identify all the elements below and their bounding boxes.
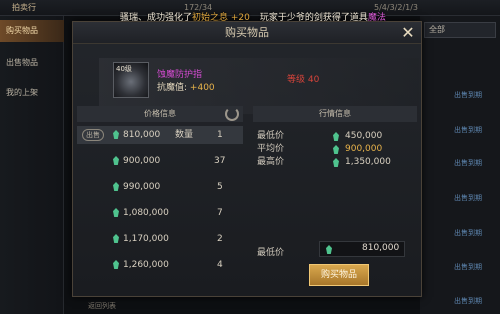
market-row: 最高价 1,350,000 bbox=[253, 156, 417, 169]
qty-value: 5 bbox=[217, 182, 223, 192]
buy-item-dialog: 购买物品 ✕ 40级 蚀魔防护指 抗魔值: +400 等级 40 价格信息 出售… bbox=[72, 21, 422, 297]
gem-currency-icon bbox=[333, 132, 339, 141]
gem-currency-icon bbox=[113, 234, 119, 243]
item-level-badge: 40级 bbox=[116, 65, 132, 73]
price-row[interactable]: 1,080,000 7 bbox=[77, 204, 243, 222]
min-price-field: 810,000 bbox=[319, 241, 405, 257]
stat-label: 抗魔值: bbox=[157, 83, 188, 93]
list-item[interactable]: 出售到期 bbox=[454, 158, 494, 168]
min-price-label: 最低价 bbox=[257, 248, 285, 258]
sidebar-item-sell[interactable]: 出售物品 bbox=[0, 52, 64, 74]
market-value: 900,000 bbox=[345, 144, 383, 154]
item-requirement: 等级 40 bbox=[287, 75, 320, 85]
price-row[interactable]: 1,170,000 2 bbox=[77, 230, 243, 248]
item-name: 蚀魔防护指 bbox=[157, 70, 203, 80]
market-row: 最低价 450,000 bbox=[253, 130, 417, 143]
qty-value: 7 bbox=[217, 208, 223, 218]
market-label: 最低价 bbox=[257, 131, 285, 141]
qty-value: 37 bbox=[214, 156, 226, 166]
market-value: 450,000 bbox=[345, 131, 383, 141]
gem-currency-icon bbox=[113, 182, 119, 191]
price-value: 990,000 bbox=[123, 182, 161, 192]
list-item[interactable]: 出售到期 bbox=[454, 228, 494, 238]
price-value: 1,080,000 bbox=[123, 208, 169, 218]
list-item[interactable]: 出售到期 bbox=[454, 90, 494, 100]
item-stat: 抗魔值: +400 bbox=[157, 80, 215, 93]
gem-currency-icon bbox=[113, 156, 119, 165]
market-info-header: 行情信息 bbox=[253, 106, 417, 122]
price-value: 810,000 bbox=[123, 130, 161, 140]
item-ring-icon[interactable]: 40级 bbox=[113, 62, 149, 98]
qty-value: 2 bbox=[217, 234, 223, 244]
list-item[interactable]: 出售到期 bbox=[454, 262, 494, 272]
market-info-title: 行情信息 bbox=[319, 109, 351, 118]
gem-currency-icon bbox=[113, 208, 119, 217]
gem-currency-icon bbox=[113, 260, 119, 269]
refresh-icon[interactable] bbox=[225, 107, 239, 121]
market-label: 最高价 bbox=[257, 157, 285, 167]
stat-value: +400 bbox=[189, 83, 215, 93]
qty-value: 4 bbox=[217, 260, 223, 270]
price-row[interactable]: 出售 810,000 数量 1 bbox=[77, 126, 243, 144]
price-row[interactable]: 990,000 5 bbox=[77, 178, 243, 196]
price-info-panel: 价格信息 出售 810,000 数量 1 900,000 37 990,000 … bbox=[77, 106, 243, 294]
price-value: 1,170,000 bbox=[123, 234, 169, 244]
market-value: 1,350,000 bbox=[345, 157, 391, 167]
list-item[interactable]: 出售到期 bbox=[454, 296, 494, 306]
sidebar-item-buy[interactable]: 购买物品 bbox=[0, 20, 64, 42]
price-info-header: 价格信息 bbox=[77, 106, 243, 122]
dialog-title: 购买物品 bbox=[73, 22, 421, 44]
qty-label: 数量 bbox=[175, 130, 194, 140]
back-to-list-button[interactable]: 返回列表 bbox=[88, 300, 128, 312]
sell-tag: 出售 bbox=[82, 129, 104, 141]
gem-currency-icon bbox=[113, 130, 119, 139]
filter-select[interactable]: 全部 bbox=[424, 22, 496, 38]
price-row[interactable]: 1,260,000 4 bbox=[77, 256, 243, 274]
price-value: 900,000 bbox=[123, 156, 161, 166]
market-label: 平均价 bbox=[257, 144, 285, 154]
close-icon[interactable]: ✕ bbox=[399, 24, 417, 42]
market-row: 平均价 900,000 bbox=[253, 143, 417, 156]
qty-value: 1 bbox=[217, 130, 223, 140]
gem-currency-icon bbox=[326, 245, 332, 254]
buy-item-button[interactable]: 购买物品 bbox=[309, 264, 369, 286]
tab-auction[interactable]: 拍卖行 bbox=[8, 1, 40, 15]
gem-currency-icon bbox=[333, 158, 339, 167]
notice-text: 玩家于少爷的剑获得了道具 bbox=[259, 13, 368, 23]
gem-currency-icon bbox=[333, 145, 339, 154]
price-row[interactable]: 900,000 37 bbox=[77, 152, 243, 170]
notice-text: 骚瑞、成功强化了 bbox=[120, 13, 193, 23]
auction-sidebar: 购买物品 出售物品 我的上架 bbox=[0, 16, 64, 314]
price-info-title: 价格信息 bbox=[144, 109, 176, 118]
min-price-value: 810,000 bbox=[362, 243, 400, 253]
list-item[interactable]: 出售到期 bbox=[454, 125, 494, 135]
system-notice: 骚瑞、成功强化了初始之息 +20 玩家于少爷的剑获得了道具魔法 bbox=[120, 10, 500, 24]
notice-highlight: 初始之息 +20 bbox=[192, 13, 250, 23]
price-value: 1,260,000 bbox=[123, 260, 169, 270]
sidebar-item-my-listings[interactable]: 我的上架 bbox=[0, 82, 64, 104]
notice-highlight: 魔法 bbox=[367, 13, 386, 23]
list-item[interactable]: 出售到期 bbox=[454, 193, 494, 203]
